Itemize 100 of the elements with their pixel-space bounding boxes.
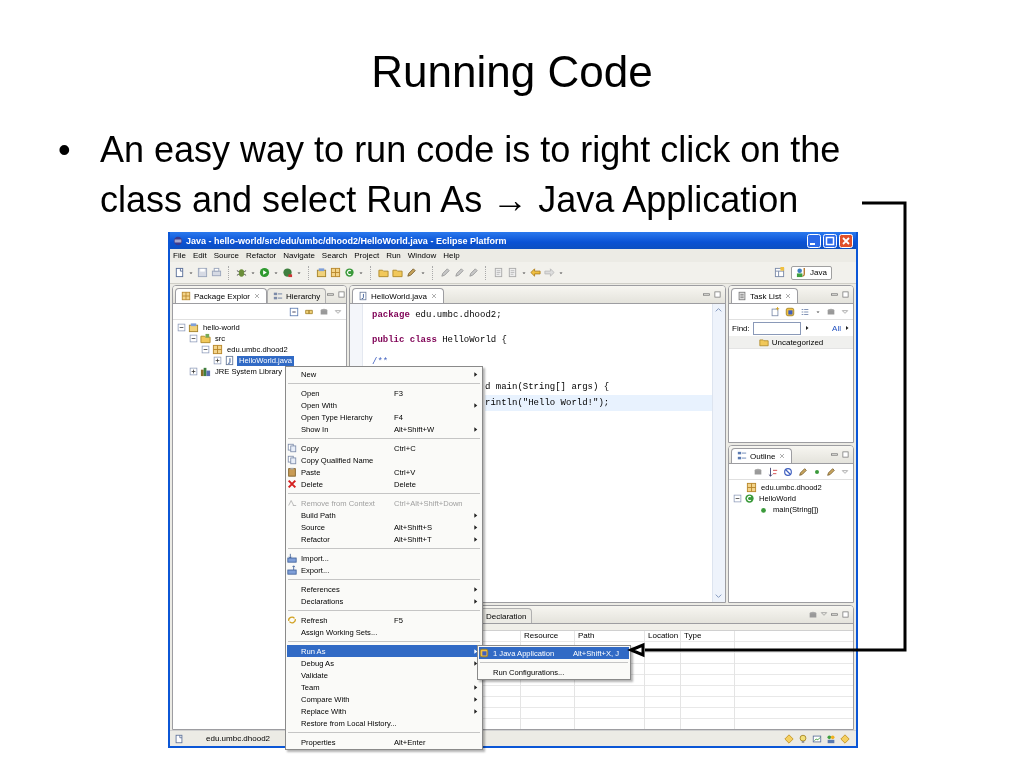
sort-icon[interactable] [768,466,778,477]
collapse-icon[interactable] [201,345,210,354]
close-icon[interactable] [784,292,793,300]
view-tab[interactable]: Task List [731,288,799,303]
category-row[interactable]: Uncategorized [729,336,853,349]
collapse-icon[interactable] [177,323,186,332]
run-icon[interactable] [259,267,270,278]
minimize-icon[interactable] [830,450,839,459]
menu-bar-item[interactable]: Search [321,251,348,260]
maximize-icon[interactable] [841,290,850,299]
java-perspective-icon [796,267,808,278]
expand-icon[interactable] [213,356,222,365]
view-tab[interactable]: Package Explor [175,288,268,303]
menu-bar-item[interactable]: File [173,251,186,260]
view-menu-icon[interactable] [841,467,849,476]
view-menu-icon[interactable] [820,609,828,618]
column-header[interactable]: Resource [521,631,575,642]
open-perspective-icon[interactable] [774,267,786,278]
back-arrow-icon[interactable] [530,267,541,278]
view-menu-icon[interactable] [334,307,342,316]
menu-bar-item[interactable]: Project [354,251,380,260]
menu-bar-item[interactable]: Refactor [246,251,277,260]
slide-title: Running Code [370,46,654,98]
print-icon[interactable] [211,267,222,278]
collapse-icon[interactable] [189,334,198,343]
class-icon[interactable] [344,267,355,278]
menu-bar-item[interactable]: Run [386,251,401,260]
new-file-icon[interactable] [174,267,185,278]
maximize-button[interactable] [823,233,837,248]
note-icon[interactable] [507,267,518,278]
close-icon[interactable] [429,292,438,300]
perspective-button[interactable]: Java [791,265,832,280]
play-icon[interactable] [803,325,810,331]
find-field[interactable] [752,321,801,335]
people-icon[interactable] [826,733,836,744]
pencil-icon[interactable] [440,267,451,278]
view-tab[interactable]: Hierarchy [267,288,327,303]
task-list-icon [737,291,747,301]
bug-icon[interactable] [236,267,247,278]
maximize-icon[interactable] [841,609,850,619]
folder-icon [758,337,769,347]
close-icon[interactable] [253,292,262,300]
chart-icon[interactable] [812,733,822,744]
maximize-icon[interactable] [841,450,850,459]
maximize-icon[interactable] [713,290,722,299]
outline-icon [737,451,747,461]
project-icon[interactable] [316,267,327,278]
editor-tab[interactable]: HelloWorld.java [352,288,444,303]
hierarchy-icon [273,291,284,301]
delete-icon [287,479,297,489]
new-file-icon[interactable] [174,733,184,744]
pencil-icon[interactable] [454,267,465,278]
bulb-icon[interactable] [798,733,808,744]
collapse-icon[interactable] [733,494,742,503]
minimize-icon[interactable] [702,290,711,299]
menu-bar-item[interactable]: Window [407,251,437,260]
menu-bar-item[interactable]: Help [443,251,460,260]
view-tab[interactable]: Declaration [480,608,533,623]
expand-icon[interactable] [189,367,198,376]
save-icon[interactable] [197,267,208,278]
menu-bar-item[interactable]: Edit [192,251,207,260]
dot-icon[interactable] [813,467,821,476]
export-icon [287,565,297,575]
play-icon[interactable] [844,325,850,331]
code-line: /** [371,357,389,368]
column-header[interactable]: Location [645,631,681,642]
view-menu-icon[interactable] [841,307,849,316]
collapse-all-icon[interactable] [289,306,299,317]
minimize-button[interactable] [807,233,821,248]
minimize-icon[interactable] [326,290,336,299]
java-file-icon [224,355,235,366]
column-header[interactable]: Path [575,631,645,642]
pencil-icon[interactable] [406,267,417,278]
diamond-icon[interactable] [840,733,850,744]
filter-link[interactable]: All [832,323,841,333]
minimize-icon[interactable] [830,290,839,299]
eclipse-icon [173,235,183,246]
folder-icon[interactable] [378,267,389,278]
menu-bar-item[interactable]: Source [213,251,240,260]
java-file-icon [358,291,368,301]
package-icon [212,344,223,355]
column-header[interactable]: Type [681,631,735,642]
menu-bar-item[interactable]: Navigate [283,251,315,260]
package-icon [181,291,191,301]
tools-icon[interactable] [282,267,293,278]
folder-icon[interactable] [392,267,403,278]
forward-arrow-icon[interactable] [544,267,555,278]
close-button[interactable] [839,233,853,248]
view-tab[interactable]: Outline [731,448,793,463]
status-text: edu.umbc.dhood2 [206,734,271,743]
close-icon[interactable] [778,452,787,460]
package-icon[interactable] [330,267,341,278]
project-folder-icon [188,322,199,333]
scrollbar[interactable] [712,304,725,602]
note-icon[interactable] [493,267,504,278]
new-task-icon[interactable] [770,306,780,317]
maximize-icon[interactable] [337,290,346,299]
list-icon[interactable] [800,306,810,317]
package-icon [746,482,757,493]
pencil-icon[interactable] [468,267,479,278]
